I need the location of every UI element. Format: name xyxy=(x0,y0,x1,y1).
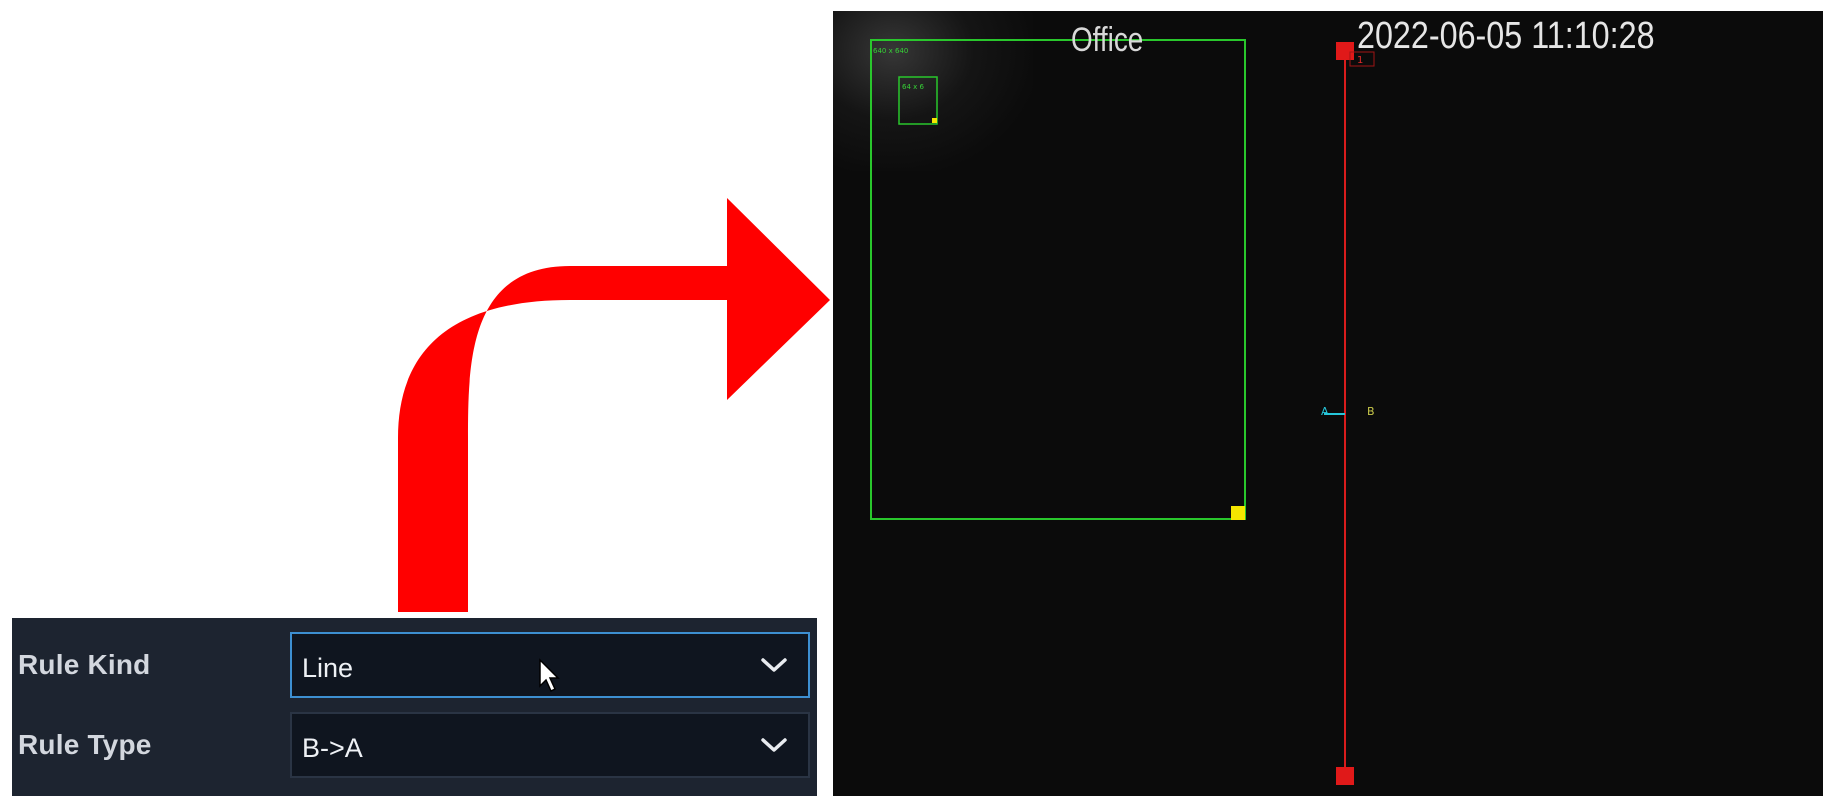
rule-kind-label: Rule Kind xyxy=(18,649,151,680)
rule-type-row: Rule Type B->A xyxy=(12,712,817,782)
camera-name: Office xyxy=(1071,21,1144,59)
camera-preview[interactable]: 640 x 640 64 x 6 1 A B Office 2022-06-05… xyxy=(833,11,1823,796)
chevron-down-icon[interactable] xyxy=(760,734,788,756)
rule-kind-select[interactable]: Line xyxy=(290,632,810,698)
rule-kind-row: Rule Kind Line xyxy=(12,632,817,702)
chevron-down-icon[interactable] xyxy=(760,654,788,676)
min-box-resize-handle[interactable] xyxy=(932,118,937,123)
detection-overlay: 640 x 640 64 x 6 1 A B xyxy=(870,39,1375,785)
rule-type-select[interactable]: B->A xyxy=(290,712,810,778)
max-box-size-label: 640 x 640 xyxy=(873,47,908,55)
side-b-label: B xyxy=(1367,405,1375,418)
side-a-label: A xyxy=(1321,405,1329,418)
rule-kind-value: Line xyxy=(302,653,354,683)
rule-settings-panel: Rule Kind Line Rule Type B->A xyxy=(12,618,817,796)
mouse-pointer-icon xyxy=(539,658,560,693)
min-box-size-label: 64 x 6 xyxy=(902,83,925,91)
max-box-resize-handle[interactable] xyxy=(1231,506,1245,520)
max-detection-box[interactable] xyxy=(870,39,1246,520)
rule-type-value: B->A xyxy=(302,733,363,763)
rule-type-label: Rule Type xyxy=(18,729,152,760)
timestamp: 2022-06-05 11:10:28 xyxy=(1357,15,1655,57)
rule-line-bottom-handle[interactable] xyxy=(1336,767,1354,785)
rule-line-top-handle[interactable] xyxy=(1336,42,1354,60)
